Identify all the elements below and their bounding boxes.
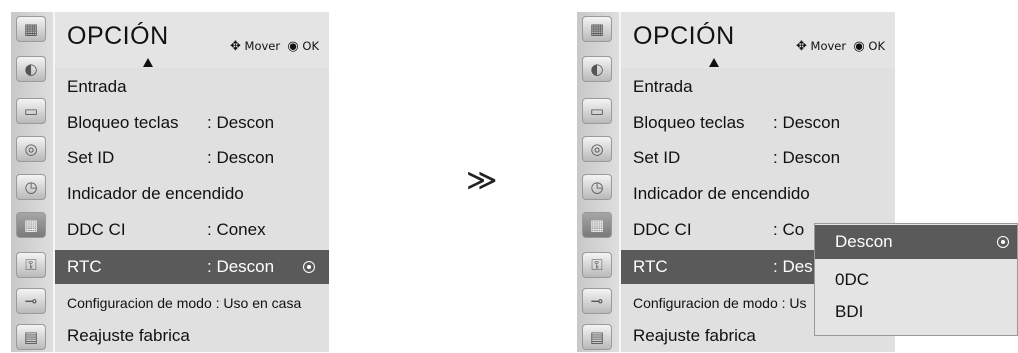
menu-title: OPCIÓN [67,22,169,50]
category-icon-column: ▦ ◐ ▭ ◎ ◷ ▦ ⚿ ⊸ ▤ [11,12,55,352]
picture-icon[interactable]: ◐ [582,56,612,82]
menu-item-rtc[interactable]: RTC : Descon [55,250,329,284]
next-step-arrow-icon: ≫ [466,163,498,198]
option-icon[interactable]: ▦ [16,212,46,238]
menu-item-value: : Descon [207,148,275,167]
screen-icon[interactable]: ▭ [582,98,612,124]
input-plug-icon[interactable]: ⊸ [582,288,612,314]
menu-item-reajuste-fabrica[interactable]: Reajuste fabrica [55,319,329,353]
menu-item-label: Reajuste fabrica [633,326,756,345]
ok-dot-icon: ◉ [287,39,299,54]
menu-item-bloqueo-teclas[interactable]: Bloqueo teclas : Descon [621,106,895,140]
dropdown-option-label: Descon [835,232,893,251]
menu-item-label: DDC CI [633,220,692,239]
menu-item-indicador-encendido[interactable]: Indicador de encendido [621,177,895,211]
input-plug-icon[interactable]: ⊸ [16,288,46,314]
lock-icon[interactable]: ⚿ [582,252,612,278]
menu-item-entrada[interactable]: Entrada [55,70,329,104]
menu-item-label: Bloqueo teclas [67,113,179,132]
four-way-arrow-icon: ✥ [795,39,807,54]
lock-icon[interactable]: ⚿ [16,252,46,278]
menu-item-value: : Descon [207,113,275,132]
menu-item-label: Indicador de encendido [67,184,244,203]
scroll-up-arrow-icon[interactable] [143,58,153,67]
category-icon-column: ▦ ◐ ▭ ◎ ◷ ▦ ⚿ ⊸ ▤ [577,12,621,352]
option-icon[interactable]: ▦ [582,212,612,238]
usb-photo-icon[interactable]: ▤ [582,324,612,350]
hint-ok-label: OK [868,39,885,53]
nav-hint: ✥ Mover ◉ OK [230,39,319,54]
menu-item-value: : Des [773,257,813,276]
menu-item-label: Configuracion de modo : Uso en casa [67,295,302,311]
menu-item-config-modo[interactable]: Configuracion de modo : Uso en casa [55,286,329,320]
menu-item-label: Entrada [67,77,127,96]
menu-item-value: : Conex [207,220,266,239]
menu-item-label: Configuracion de modo : Us [633,295,807,311]
menu-item-value: : Descon [207,257,275,276]
picture-icon[interactable]: ▦ [16,16,46,42]
scroll-up-arrow-icon[interactable] [709,58,719,67]
menu-item-value: : Descon [773,148,841,167]
dropdown-option-bdi[interactable]: BDI [815,295,1017,329]
hint-move-label: Mover [810,39,847,53]
menu-item-label: Reajuste fabrica [67,326,190,345]
hint-move-label: Mover [244,39,281,53]
rtc-options-dropdown[interactable]: Descon 0DC BDI [814,223,1018,336]
menu-title: OPCIÓN [633,22,735,50]
four-way-arrow-icon: ✥ [229,39,241,54]
dropdown-option-label: BDI [835,302,864,321]
menu-item-label: DDC CI [67,220,126,239]
menu-item-label: RTC [633,257,668,276]
menu-item-label: Set ID [633,148,681,167]
menu-item-label: Set ID [67,148,115,167]
dropdown-option-descon[interactable]: Descon [815,225,1017,259]
selected-radio-icon [303,261,315,273]
dropdown-option-label: 0DC [835,270,870,289]
picture-icon[interactable]: ◐ [16,56,46,82]
selected-radio-icon [997,236,1009,248]
dropdown-option-0dc[interactable]: 0DC [815,263,1017,297]
audio-icon[interactable]: ◎ [582,136,612,162]
hint-ok-label: OK [302,39,319,53]
usb-photo-icon[interactable]: ▤ [16,324,46,350]
picture-icon[interactable]: ▦ [582,16,612,42]
menu-item-set-id[interactable]: Set ID : Descon [55,141,329,175]
menu-item-label: Indicador de encendido [633,184,810,203]
menu-item-label: RTC [67,257,102,276]
menu-item-indicador-encendido[interactable]: Indicador de encendido [55,177,329,211]
menu-item-value: : Descon [773,113,841,132]
menu-item-value: : Co [773,220,805,239]
audio-icon[interactable]: ◎ [16,136,46,162]
time-icon[interactable]: ◷ [16,174,46,200]
menu-item-label: Bloqueo teclas [633,113,745,132]
menu-item-entrada[interactable]: Entrada [621,70,895,104]
ok-dot-icon: ◉ [853,39,865,54]
menu-item-label: Entrada [633,77,693,96]
time-icon[interactable]: ◷ [582,174,612,200]
option-menu-before: ▦ ◐ ▭ ◎ ◷ ▦ ⚿ ⊸ ▤ OPCIÓN ✥ Mover ◉ OK En… [11,12,329,352]
nav-hint: ✥ Mover ◉ OK [796,39,885,54]
menu-item-set-id[interactable]: Set ID : Descon [621,141,895,175]
menu-item-ddc-ci[interactable]: DDC CI : Conex [55,213,329,247]
screen-icon[interactable]: ▭ [16,98,46,124]
menu-item-bloqueo-teclas[interactable]: Bloqueo teclas : Descon [55,106,329,140]
